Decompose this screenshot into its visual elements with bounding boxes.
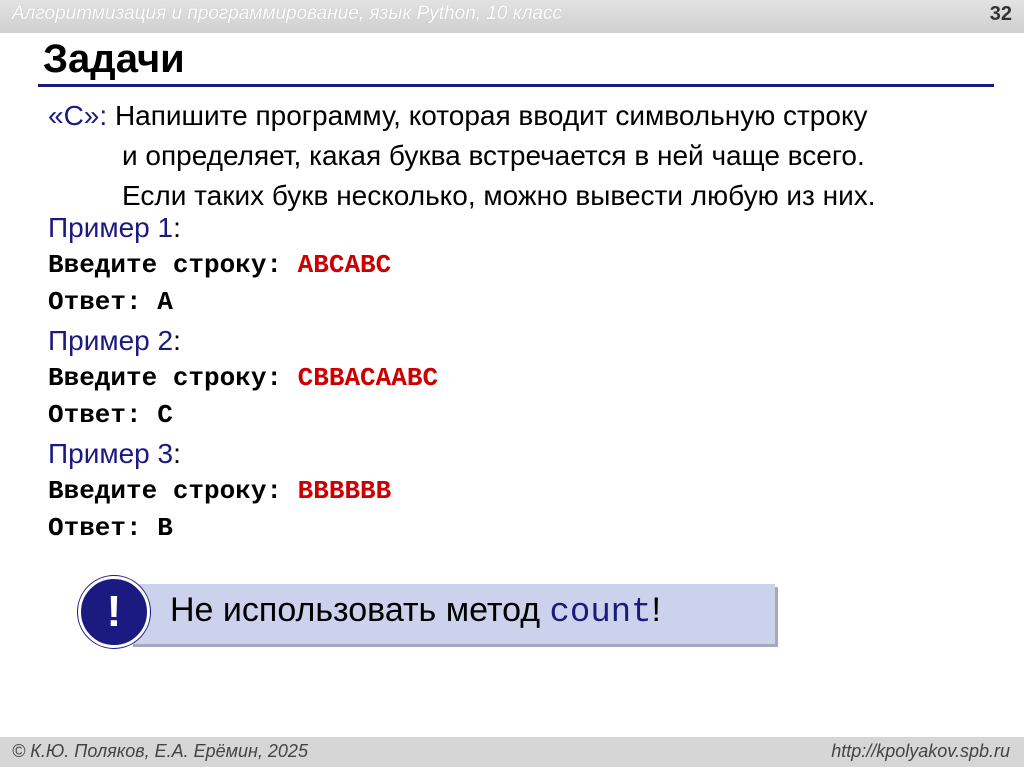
task-line-1: Напишите программу, которая вводит симво… xyxy=(114,100,868,131)
title-divider xyxy=(38,84,994,87)
example-1-title-text: Пример 1 xyxy=(48,212,174,243)
example-1-input: ABCABC xyxy=(297,250,392,280)
example-1-title: Пример 1: xyxy=(48,212,181,243)
task-line-3: Если таких букв несколько, можно вывести… xyxy=(122,180,876,211)
task-line-2: и определяет, какая буква встречается в … xyxy=(122,140,865,171)
example-2-prompt: Введите строку: CBBACAABC xyxy=(48,363,438,393)
example-3-title: Пример 3: xyxy=(48,438,181,469)
example-3-prompt: Введите строку: BBBBBB xyxy=(48,476,391,506)
notice-callout: ! Не использовать метод count! xyxy=(78,576,778,648)
example-3-input: BBBBBB xyxy=(297,476,392,506)
example-3-answer: Ответ: B xyxy=(48,513,173,543)
example-2-answer: Ответ: C xyxy=(48,400,173,430)
example-3-prompt-text: Введите строку: xyxy=(48,476,298,506)
exclamation-icon: ! xyxy=(78,576,150,648)
notice-text-end: ! xyxy=(651,591,661,629)
example-1-prompt: Введите строку: ABCABC xyxy=(48,250,391,280)
notice-text: Не использовать метод count! xyxy=(170,591,661,632)
notice-code: count xyxy=(549,594,652,632)
header-bar: Алгоритмизация и программирование, язык … xyxy=(0,0,1024,33)
notice-text-main: Не использовать метод xyxy=(170,591,550,629)
example-2-title: Пример 2: xyxy=(48,325,181,356)
task-description: «C»: Напишите программу, которая вводит … xyxy=(48,96,988,216)
footer-url[interactable]: http://kpolyakov.spb.ru xyxy=(831,741,1010,762)
page-title: Задачи xyxy=(43,37,185,81)
footer-copyright: © К.Ю. Поляков, Е.А. Ерёмин, 2025 xyxy=(12,741,308,761)
example-3-title-text: Пример 3 xyxy=(48,438,174,469)
example-1-prompt-text: Введите строку: xyxy=(48,250,298,280)
example-2-title-text: Пример 2 xyxy=(48,325,174,356)
example-1-answer: Ответ: A xyxy=(48,287,173,317)
course-title: Алгоритмизация и программирование, язык … xyxy=(12,3,562,24)
task-label: «C»: xyxy=(48,100,108,131)
footer-bar: © К.Ю. Поляков, Е.А. Ерёмин, 2025 http:/… xyxy=(0,737,1024,767)
example-2-prompt-text: Введите строку: xyxy=(48,363,298,393)
slide-number: 32 xyxy=(989,3,1012,25)
example-2-input: CBBACAABC xyxy=(297,363,439,393)
